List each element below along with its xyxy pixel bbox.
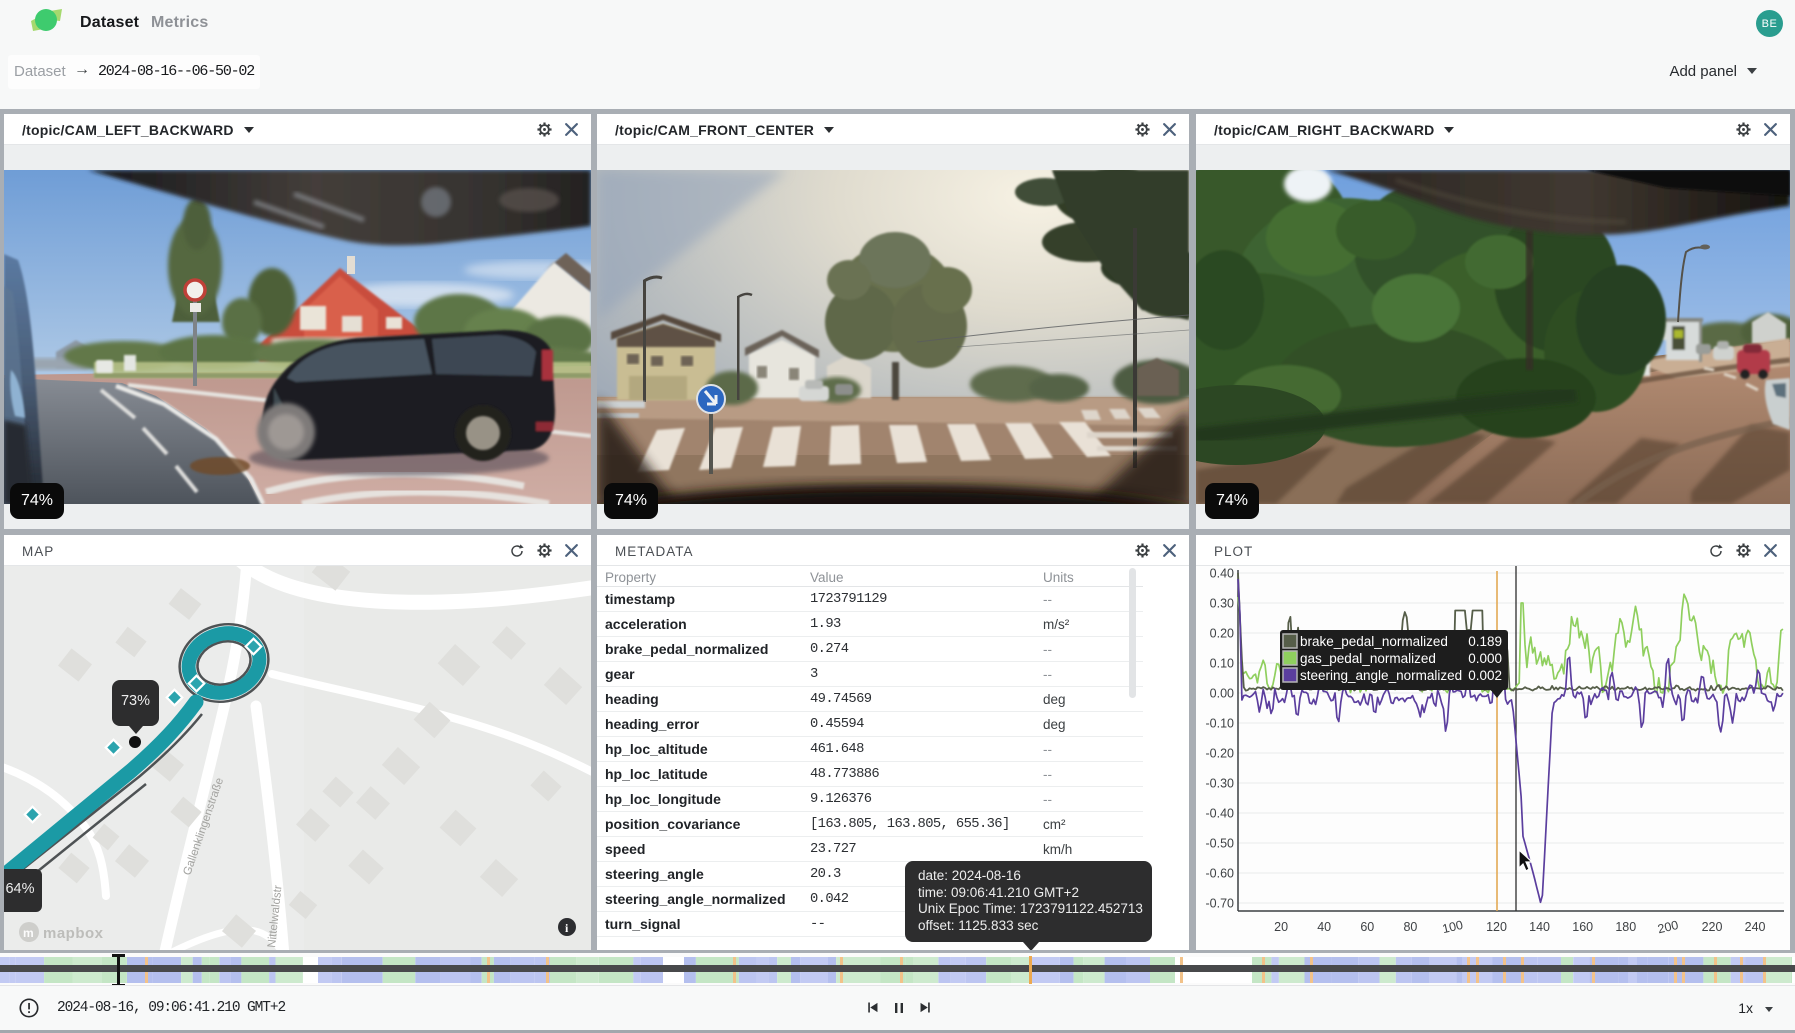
svg-text:0.00: 0.00 bbox=[1210, 687, 1234, 701]
svg-text:80: 80 bbox=[1403, 920, 1417, 934]
svg-text:160: 160 bbox=[1572, 920, 1593, 934]
svg-text:0.10: 0.10 bbox=[1210, 657, 1234, 671]
svg-text:-0.20: -0.20 bbox=[1206, 747, 1235, 761]
svg-text:gas_pedal_normalized: gas_pedal_normalized bbox=[1300, 651, 1436, 666]
svg-text:0.40: 0.40 bbox=[1210, 567, 1234, 581]
svg-text:0.30: 0.30 bbox=[1210, 597, 1234, 611]
svg-text:-0.10: -0.10 bbox=[1206, 717, 1235, 731]
svg-text:-0.60: -0.60 bbox=[1206, 867, 1235, 881]
svg-text:240: 240 bbox=[1745, 920, 1766, 934]
svg-text:0.189: 0.189 bbox=[1468, 634, 1502, 649]
svg-text:0.20: 0.20 bbox=[1210, 627, 1234, 641]
svg-text:20: 20 bbox=[1274, 920, 1288, 934]
svg-text:180: 180 bbox=[1615, 920, 1636, 934]
svg-text:0.002: 0.002 bbox=[1468, 668, 1502, 683]
svg-text:brake_pedal_normalized: brake_pedal_normalized bbox=[1300, 634, 1448, 649]
svg-text:mapbox: mapbox bbox=[43, 925, 104, 942]
svg-text:60: 60 bbox=[1360, 920, 1374, 934]
svg-text:-0.40: -0.40 bbox=[1206, 807, 1235, 821]
svg-text:220: 220 bbox=[1702, 920, 1723, 934]
svg-text:-0.70: -0.70 bbox=[1206, 897, 1235, 911]
svg-text:40: 40 bbox=[1317, 920, 1331, 934]
svg-text:-0.30: -0.30 bbox=[1206, 777, 1235, 791]
svg-text:m: m bbox=[23, 926, 34, 940]
svg-text:140: 140 bbox=[1529, 920, 1550, 934]
svg-text:-0.50: -0.50 bbox=[1206, 837, 1235, 851]
svg-text:120: 120 bbox=[1486, 920, 1507, 934]
svg-text:0.000: 0.000 bbox=[1468, 651, 1502, 666]
svg-text:steering_angle_normalized: steering_angle_normalized bbox=[1300, 668, 1462, 683]
